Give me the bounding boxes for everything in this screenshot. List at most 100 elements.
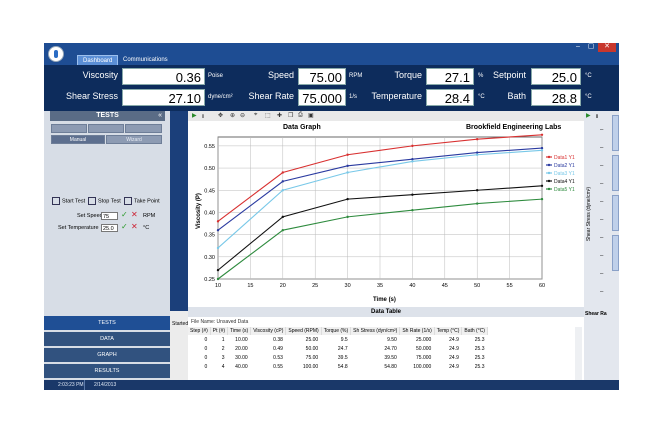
- y-tick-label: 0.50: [204, 166, 215, 172]
- set-temperature-input[interactable]: 25.0: [101, 224, 118, 232]
- set-speed-label: Set Speed: [77, 213, 103, 219]
- take-point-button[interactable]: Take Point: [124, 197, 160, 205]
- cancel-speed-icon[interactable]: ✕: [131, 210, 138, 219]
- right-play-icon[interactable]: ▶: [586, 112, 591, 119]
- side-tab-2[interactable]: [612, 155, 619, 191]
- table-cell: 0: [204, 345, 208, 352]
- torque-label: Torque: [394, 70, 422, 80]
- tab-communications[interactable]: Communications: [118, 55, 173, 65]
- start-test-button[interactable]: Start Test: [52, 197, 85, 205]
- zoom-out-icon[interactable]: ⊖: [240, 112, 245, 119]
- data-table-scrollbar[interactable]: [575, 327, 582, 380]
- minimize-button[interactable]: –: [572, 43, 584, 52]
- pan-icon[interactable]: ✥: [218, 112, 223, 119]
- column-header[interactable]: Time (s): [227, 327, 252, 335]
- side-tab-3[interactable]: [612, 195, 619, 231]
- viscosity-value: 0.36: [122, 68, 205, 85]
- rp-tick: –: [600, 271, 604, 277]
- rp-tick: –: [600, 253, 604, 259]
- rp-tick: –: [600, 163, 604, 169]
- mode-button-blank-1[interactable]: [51, 124, 87, 133]
- print-icon[interactable]: ⎙: [298, 112, 303, 119]
- save-icon[interactable]: ▣: [308, 112, 314, 119]
- collapse-icon[interactable]: «: [158, 111, 162, 121]
- play-icon[interactable]: ▶: [192, 112, 197, 119]
- nav-tests[interactable]: TESTS: [44, 316, 170, 330]
- mode-button-manual[interactable]: Manual: [51, 135, 105, 144]
- x-tick-label: 50: [474, 283, 480, 289]
- column-header[interactable]: Bath (°C): [461, 327, 488, 335]
- nav-graph[interactable]: GRAPH: [44, 348, 170, 362]
- shear-stress-panel: ▶ ॥ Shear Stress (dyne/cm²) – – – – – – …: [584, 111, 619, 380]
- shear-stress-value: 27.10: [122, 89, 205, 106]
- data-point: [540, 133, 544, 136]
- data-table-head-row: Step (#) Pt (#) Time (s) Viscosity (cP) Spee…: [188, 327, 488, 335]
- table-cell: 0: [204, 354, 208, 361]
- tests-panel: TESTS « Manual Wizard Start Test Stop Te…: [44, 111, 170, 380]
- title-bar: Dashboard Communications – ▢ ✕: [44, 43, 619, 66]
- nav-data[interactable]: DATA: [44, 332, 170, 346]
- column-header[interactable]: Step (#): [188, 327, 211, 335]
- table-cell: 39.50: [384, 354, 397, 361]
- set-speed-input[interactable]: 75: [101, 212, 118, 220]
- side-tab-4[interactable]: [612, 235, 619, 271]
- chart-xlabel: Time (s): [373, 297, 396, 303]
- bath-label: Bath: [507, 91, 526, 101]
- start-test-label: Start Test: [62, 198, 86, 205]
- x-tick-label: 15: [247, 283, 253, 289]
- speed-label: Speed: [267, 70, 294, 80]
- zoom-in-icon[interactable]: ⊕: [230, 112, 235, 119]
- mode-button-blank-2[interactable]: [88, 124, 124, 133]
- table-cell: 2: [221, 345, 225, 352]
- viscosity-label: Viscosity: [82, 70, 118, 80]
- legend-entry: Data1 Y1: [554, 155, 575, 161]
- data-graph[interactable]: Data Graph Brookfield Engineering Labs 1…: [188, 121, 584, 306]
- nav-results[interactable]: RESULTS: [44, 364, 170, 378]
- confirm-speed-icon[interactable]: ✓: [121, 210, 128, 219]
- shear-stress-axis-label: Shear Stress (dyne/cm²): [586, 186, 593, 242]
- mode-button-wizard[interactable]: Wizard: [106, 135, 162, 144]
- table-cell: 50.00: [305, 345, 319, 352]
- x-tick-label: 30: [345, 283, 351, 289]
- column-header[interactable]: Speed (RPM): [285, 327, 322, 335]
- mode-button-blank-3[interactable]: [125, 124, 162, 133]
- copy-icon[interactable]: ❐: [288, 112, 293, 119]
- table-row[interactable]: 0 1 10.00 0.38 25.00 9.5 9.50 25.000 24.9 25.3: [188, 335, 487, 344]
- bath-value: 28.8: [531, 89, 581, 106]
- column-header[interactable]: Viscosity (cP): [250, 327, 287, 335]
- column-header[interactable]: Pt (#): [210, 327, 229, 335]
- crosshair-icon[interactable]: ✚: [277, 112, 282, 119]
- table-cell: 39.5: [337, 354, 348, 361]
- table-cell: 25.000: [416, 336, 432, 343]
- rp-tick: –: [600, 235, 604, 241]
- data-point: [346, 164, 349, 168]
- shear-rate-label: Shear Ra: [585, 311, 607, 317]
- rp-tick: –: [600, 217, 604, 223]
- setpoint-unit: °C: [585, 73, 592, 79]
- table-cell: 9.5: [340, 336, 348, 343]
- legend-marker: [547, 179, 551, 183]
- table-cell: 4: [221, 363, 225, 370]
- y-tick-label: 0.40: [204, 210, 215, 216]
- maximize-button[interactable]: ▢: [585, 43, 597, 52]
- table-cell: 0.55: [273, 363, 283, 370]
- cursor-icon[interactable]: ⌖: [254, 112, 257, 119]
- table-row[interactable]: 0 3 30.00 0.53 75.00 39.5 39.50 75.000 24.9 25.3: [188, 353, 487, 362]
- x-tick-label: 25: [312, 283, 318, 289]
- side-tab-1[interactable]: [612, 115, 619, 151]
- table-row[interactable]: 0 4 40.00 0.55 100.00 54.8 54.80 100.000 24.9 25.…: [188, 362, 487, 371]
- column-header[interactable]: Sh Rate (1/s): [399, 327, 435, 335]
- close-button[interactable]: ✕: [598, 43, 616, 52]
- pause-icon[interactable]: ॥: [201, 112, 205, 120]
- cancel-temperature-icon[interactable]: ✕: [131, 222, 138, 231]
- column-header[interactable]: Temp (°C): [434, 327, 463, 335]
- right-pause-icon[interactable]: ॥: [595, 112, 599, 120]
- table-row[interactable]: 0 2 20.00 0.49 50.00 24.7 24.70 50.000 24.9 25.3: [188, 344, 487, 353]
- select-box-icon[interactable]: ⬚: [265, 112, 271, 119]
- data-point: [216, 246, 220, 250]
- rp-tick: –: [600, 181, 604, 187]
- column-header[interactable]: Torque (%): [321, 327, 352, 335]
- column-header[interactable]: Sh Stress (dyn/cm²): [350, 327, 401, 335]
- stop-test-button[interactable]: Stop Test: [88, 197, 121, 205]
- confirm-temperature-icon[interactable]: ✓: [121, 222, 128, 231]
